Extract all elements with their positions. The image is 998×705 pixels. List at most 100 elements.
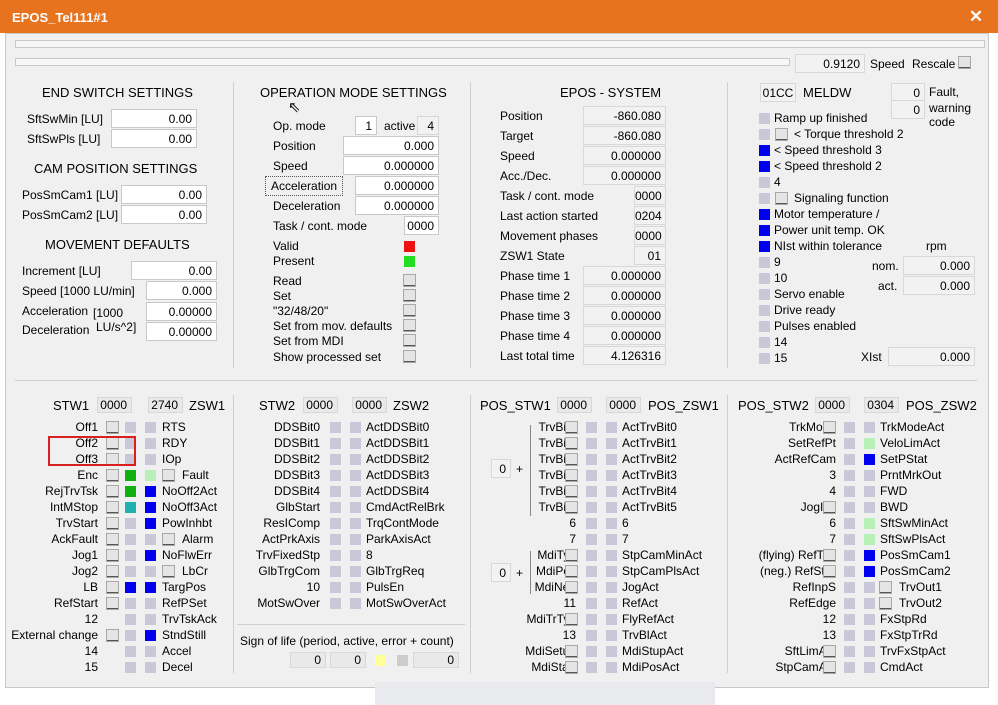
epos-label: Phase time 4 [500, 329, 571, 343]
pos-stw1-bit-checkbox[interactable] [565, 581, 578, 594]
pos-stw1-bit-checkbox[interactable] [565, 421, 578, 434]
rescale-checkbox[interactable] [958, 56, 971, 69]
possmcam2-label: PosSmCam2 [LU] [22, 208, 119, 222]
pos-stw1-bit-checkbox[interactable] [565, 565, 578, 578]
pos-stw2-bit-checkbox[interactable] [823, 421, 836, 434]
meldw-checkbox[interactable] [775, 192, 788, 205]
set-checkbox[interactable] [403, 289, 416, 302]
pos-zsw1-bit-indicator [606, 486, 617, 497]
deceleration-default-field[interactable]: 0.00000 [146, 322, 217, 341]
sftswpls-field[interactable]: 0.00 [111, 129, 197, 148]
stw1-bit-checkbox[interactable] [106, 629, 119, 642]
pos-zsw1-bit-indicator [606, 646, 617, 657]
sign-of-life-label: Sign of life (period, active, error + co… [240, 634, 454, 648]
stw1-bit-label: 14 [84, 644, 98, 658]
stw1-bit-checkbox[interactable] [106, 517, 119, 530]
pos-stw1-bit-indicator [586, 518, 597, 529]
stw1-bit-indicator [125, 502, 136, 513]
zsw2-bit-indicator [350, 582, 361, 593]
stw1-bit-checkbox[interactable] [106, 501, 119, 514]
stw1-bit-label: Jog1 [71, 548, 98, 562]
acceleration-default-field[interactable]: 0.00000 [146, 302, 217, 321]
speed-default-field[interactable]: 0.000 [146, 281, 217, 300]
zsw2-bit-indicator [350, 454, 361, 465]
present-indicator [404, 256, 415, 267]
zsw2-bit-indicator [350, 550, 361, 561]
possmcam1-field[interactable]: 0.00 [121, 185, 207, 204]
pos-zsw2-bit-indicator [864, 550, 875, 561]
stw1-bit-checkbox[interactable] [106, 485, 119, 498]
meldw-item-label: Servo enable [774, 287, 845, 301]
pos-stw1-bit-checkbox[interactable] [565, 501, 578, 514]
set-from-mov-checkbox[interactable] [403, 319, 416, 332]
pos-stw2-bit-label: RefInpS [792, 580, 836, 594]
set-from-mdi-checkbox[interactable] [403, 334, 416, 347]
stw1-bit-checkbox[interactable] [106, 581, 119, 594]
speed-default-label: Speed [1000 LU/min] [22, 284, 135, 298]
pos-zsw2-bit-indicator [864, 630, 875, 641]
zsw2-bit-indicator [350, 438, 361, 449]
separator [233, 82, 234, 368]
meldw-item-label: < Speed threshold 2 [774, 159, 882, 173]
pos-stw1-bit-checkbox[interactable] [565, 437, 578, 450]
zsw1-bit-checkbox[interactable] [162, 565, 175, 578]
pos-stw2-bit-checkbox[interactable] [823, 501, 836, 514]
meldw-item-label: NIst within tolerance [774, 239, 883, 253]
pos-stw1-bit-indicator [586, 534, 597, 545]
stw1-bit-indicator [125, 550, 136, 561]
deceleration-field[interactable]: 0.000000 [355, 196, 439, 215]
pos-stw2-bit-checkbox[interactable] [823, 565, 836, 578]
position-field[interactable]: 0.000 [343, 136, 439, 155]
pos-zsw2-bit-checkbox[interactable] [879, 597, 892, 610]
stw1-bit-checkbox[interactable] [106, 565, 119, 578]
pos-zsw2-bit-label: CmdAct [880, 660, 923, 674]
pos-zsw1-bit-indicator [606, 614, 617, 625]
pos-stw1-bit-checkbox[interactable] [565, 469, 578, 482]
pos-stw2-bit-indicator [844, 662, 855, 673]
speed-field[interactable]: 0.000000 [343, 156, 439, 175]
pos-stw1-bit-checkbox[interactable] [565, 549, 578, 562]
pos-stw1-bit-checkbox[interactable] [565, 645, 578, 658]
pos-stw1-bit-checkbox[interactable] [565, 485, 578, 498]
task-field[interactable]: 0000 [404, 216, 439, 235]
zsw1-bit-indicator [145, 614, 156, 625]
stw1-bit-checkbox[interactable] [106, 469, 119, 482]
zsw2-bit-indicator [350, 470, 361, 481]
pos-stw2-bit-checkbox[interactable] [823, 661, 836, 674]
close-icon[interactable]: ✕ [966, 8, 986, 26]
stw1-bit-checkbox[interactable] [106, 533, 119, 546]
stw2-bit-label: GlbTrgCom [258, 564, 320, 578]
sftswmin-field[interactable]: 0.00 [111, 109, 197, 128]
pos-stw2-bit-checkbox[interactable] [823, 645, 836, 658]
sign-of-life-error-indicator [397, 655, 408, 666]
stw1-bit-checkbox[interactable] [106, 421, 119, 434]
pos-zsw1-bit-indicator [606, 534, 617, 545]
pos-zsw2-bit-indicator [864, 502, 875, 513]
stw1-bit-checkbox[interactable] [106, 597, 119, 610]
pos-stw1-bit-checkbox[interactable] [565, 453, 578, 466]
xist-value: 0.000 [888, 347, 975, 366]
pos-stw1-bit-label: 11 [563, 596, 576, 610]
pos-stw2-bit-indicator [844, 438, 855, 449]
pos-stw2-bit-checkbox[interactable] [823, 549, 836, 562]
pos-stw2-bit-label: ActRefCam [774, 452, 836, 466]
op-mode-field[interactable]: 1 [355, 116, 377, 135]
mouse-cursor-icon: ⇖ [288, 99, 301, 116]
pos-zsw2-bit-checkbox[interactable] [879, 581, 892, 594]
increment-field[interactable]: 0.00 [131, 261, 217, 280]
read-checkbox[interactable] [403, 274, 416, 287]
possmcam2-field[interactable]: 0.00 [121, 205, 207, 224]
stw1-bit-checkbox[interactable] [106, 549, 119, 562]
set-sub-checkbox[interactable] [403, 304, 416, 317]
zsw1-bit-checkbox[interactable] [162, 533, 175, 546]
zsw1-bit-checkbox[interactable] [162, 469, 175, 482]
pos-stw1-bit-checkbox[interactable] [565, 613, 578, 626]
meldw-checkbox[interactable] [775, 128, 788, 141]
zsw1-bit-label: IOp [162, 452, 182, 466]
show-processed-checkbox[interactable] [403, 350, 416, 363]
acceleration-field[interactable]: 0.000000 [355, 176, 439, 195]
pos-stw1-bit-checkbox[interactable] [565, 661, 578, 674]
increment-label: Increment [LU] [22, 264, 101, 278]
stw2-bit-label: DDSBit2 [273, 452, 320, 466]
stw1-bit-indicator [125, 566, 136, 577]
